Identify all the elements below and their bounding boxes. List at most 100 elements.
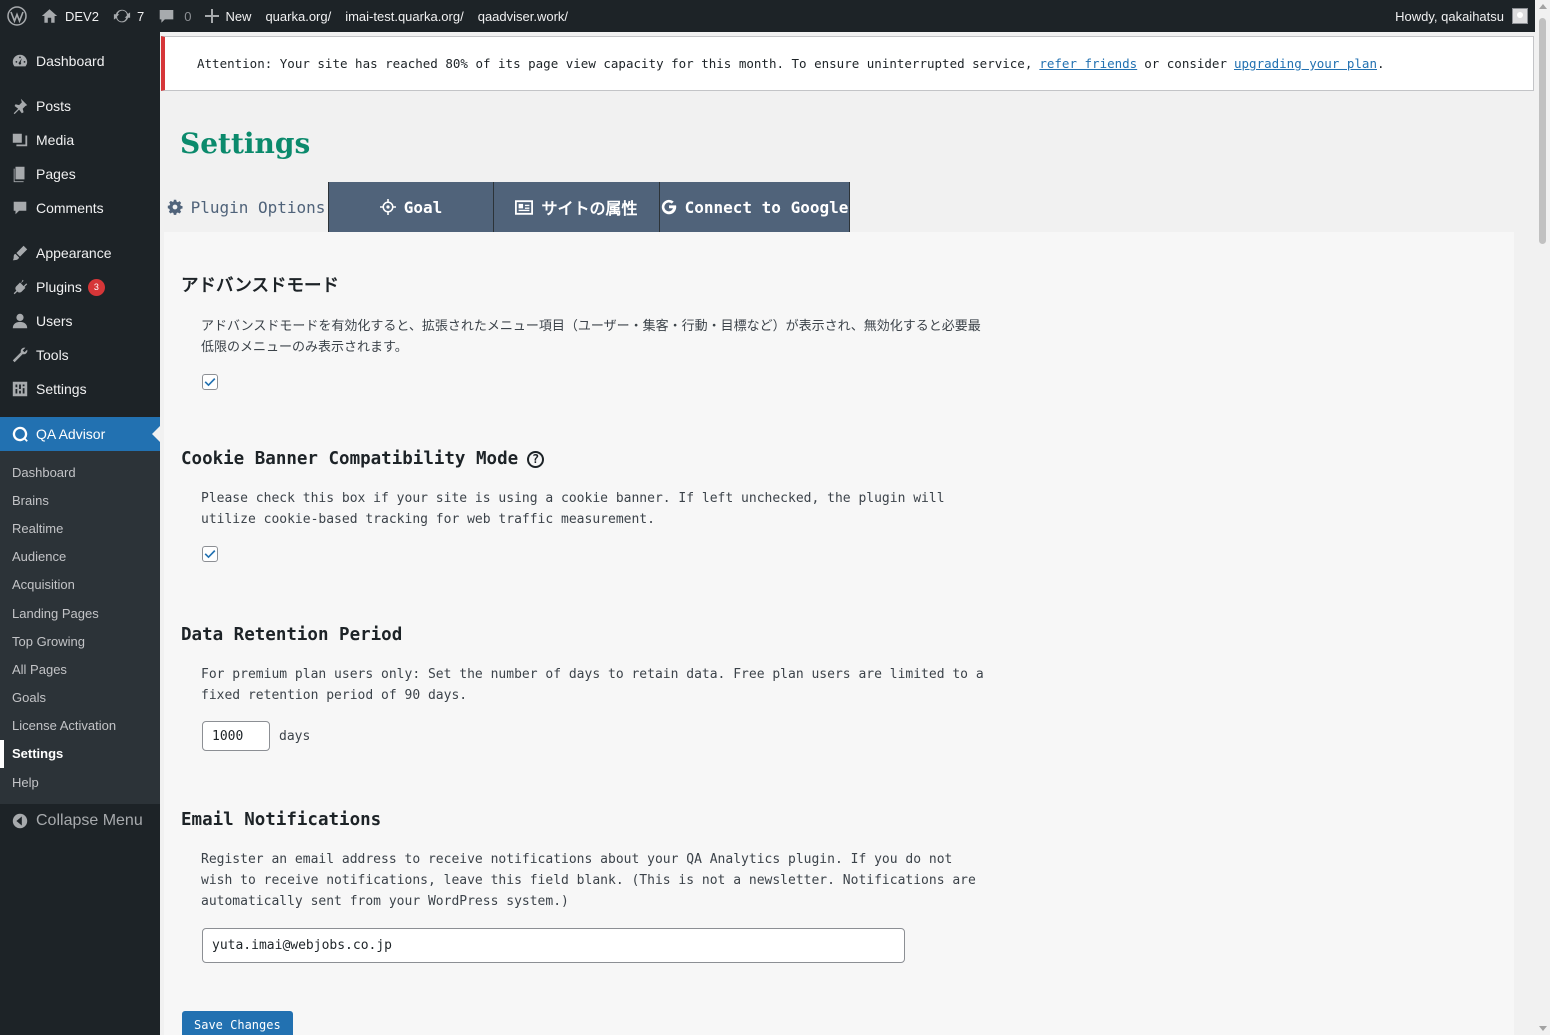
tools-icon: [12, 347, 28, 363]
admin-sidebar: Dashboard Posts Media Pages Comments App…: [0, 32, 160, 1035]
section-title: Email Notifications: [181, 810, 382, 830]
appearance-icon: [12, 245, 28, 261]
retention-unit: days: [279, 728, 311, 744]
retention-row: days: [202, 721, 986, 751]
menu-comments[interactable]: Comments: [0, 191, 160, 225]
main-content: Attention: Your site has reached 80% of …: [160, 32, 1535, 1035]
tab-label: Connect to Google: [684, 197, 849, 217]
menu-posts[interactable]: Posts: [0, 89, 160, 123]
menu-pages[interactable]: Pages: [0, 157, 160, 191]
new-content-link[interactable]: New: [198, 0, 258, 32]
section-title: Cookie Banner Compatibility Mode: [181, 449, 519, 469]
updates-count: 7: [136, 8, 145, 24]
submenu-top-growing[interactable]: Top Growing: [0, 627, 160, 655]
tab-site-attributes[interactable]: サイトの属性: [494, 182, 660, 232]
section-description: Register an email address to receive not…: [201, 852, 976, 909]
checkmark-icon: [204, 378, 216, 387]
menu-appearance[interactable]: Appearance: [0, 236, 160, 270]
admin-bar-link-3[interactable]: qaadviser.work/: [471, 0, 575, 32]
updates-link[interactable]: 7: [106, 0, 151, 32]
google-icon: [661, 199, 676, 215]
email-notifications-section: Email Notifications Register an email ad…: [181, 810, 986, 963]
admin-bar-link-1[interactable]: quarka.org/: [258, 0, 338, 32]
site-name: DEV2: [65, 8, 99, 24]
menu-label: Settings: [36, 381, 87, 397]
updates-icon: [113, 9, 131, 23]
tab-label: Goal: [403, 197, 443, 217]
home-icon: [41, 9, 58, 23]
cookie-banner-checkbox[interactable]: [202, 546, 218, 562]
section-description: For premium plan users only: Set the num…: [201, 667, 984, 703]
menu-tools[interactable]: Tools: [0, 338, 160, 372]
admin-bar-link-2[interactable]: imai-test.quarka.org/: [338, 0, 471, 32]
submenu-goals[interactable]: Goals: [0, 684, 160, 712]
checkmark-icon: [204, 550, 216, 559]
capacity-notice: Attention: Your site has reached 80% of …: [161, 36, 1534, 91]
menu-settings[interactable]: Settings: [0, 372, 160, 406]
scroll-thumb[interactable]: [1539, 18, 1546, 244]
data-retention-section: Data Retention Period For premium plan u…: [181, 625, 986, 751]
pin-icon: [13, 98, 28, 115]
notice-text-before: Attention: Your site has reached 80% of …: [197, 56, 1033, 71]
menu-dashboard[interactable]: Dashboard: [0, 44, 160, 78]
menu-label: Users: [36, 313, 73, 329]
submenu-all-pages[interactable]: All Pages: [0, 655, 160, 683]
submenu-dashboard[interactable]: Dashboard: [0, 458, 160, 486]
menu-plugins[interactable]: Plugins 3: [0, 270, 160, 304]
refer-friends-link[interactable]: refer friends: [1039, 56, 1137, 71]
plugins-update-badge: 3: [87, 278, 105, 296]
submenu-acquisition[interactable]: Acquisition: [0, 571, 160, 599]
tab-goal[interactable]: Goal: [329, 182, 494, 232]
scroll-up-arrow[interactable]: [1539, 4, 1547, 9]
tab-label: サイトの属性: [541, 199, 638, 218]
submenu-audience[interactable]: Audience: [0, 543, 160, 571]
page-scrollbar[interactable]: [1535, 0, 1550, 1035]
comment-icon: [159, 10, 174, 23]
upgrade-plan-link[interactable]: upgrading your plan: [1234, 56, 1377, 71]
collapse-icon: [12, 814, 28, 829]
qa-advisor-submenu: Dashboard Brains Realtime Audience Acqui…: [0, 451, 160, 805]
submenu-realtime[interactable]: Realtime: [0, 514, 160, 542]
retention-days-input[interactable]: [202, 721, 270, 751]
menu-label: Plugins: [36, 279, 82, 295]
scroll-down-arrow[interactable]: [1539, 1026, 1547, 1031]
tab-plugin-options[interactable]: Plugin Options: [164, 182, 329, 232]
menu-label: Appearance: [36, 245, 112, 261]
comments-count: 0: [184, 8, 192, 24]
help-icon[interactable]: ?: [527, 450, 545, 468]
plugins-icon: [13, 279, 28, 295]
menu-users[interactable]: Users: [0, 304, 160, 338]
section-title: アドバンスドモード: [181, 276, 340, 296]
my-account[interactable]: Howdy, qakaihatsu: [1395, 8, 1550, 24]
crosshair-icon: [379, 199, 396, 215]
qa-icon: [12, 426, 28, 442]
save-changes-button[interactable]: Save Changes: [182, 1011, 293, 1035]
submenu-landing-pages[interactable]: Landing Pages: [0, 599, 160, 627]
avatar: [1512, 8, 1528, 24]
tab-connect-google[interactable]: Connect to Google: [660, 182, 850, 232]
section-title-row: Cookie Banner Compatibility Mode ?: [181, 449, 986, 469]
comments-link[interactable]: 0: [151, 0, 198, 32]
menu-label: QA Advisor: [36, 426, 106, 442]
menu-qa-advisor[interactable]: QA Advisor: [0, 417, 160, 451]
submenu-brains[interactable]: Brains: [0, 486, 160, 514]
wordpress-logo[interactable]: [0, 0, 34, 32]
menu-label: Media: [36, 132, 75, 148]
collapse-menu-button[interactable]: Collapse Menu: [0, 804, 160, 838]
menu-label: Comments: [36, 200, 104, 216]
notice-text-mid: or consider: [1144, 56, 1227, 71]
advanced-mode-checkbox[interactable]: [202, 374, 218, 390]
page-title: Settings: [180, 127, 311, 160]
howdy-text: Howdy, qakaihatsu: [1395, 8, 1504, 24]
email-input[interactable]: [202, 928, 905, 963]
menu-media[interactable]: Media: [0, 123, 160, 157]
site-name-link[interactable]: DEV2: [34, 0, 106, 32]
submenu-settings[interactable]: Settings: [0, 739, 160, 769]
submenu-license-activation[interactable]: License Activation: [0, 712, 160, 740]
dashboard-icon: [12, 54, 28, 67]
submenu-help[interactable]: Help: [0, 768, 160, 796]
pages-icon: [13, 166, 25, 183]
tab-label: Plugin Options: [190, 197, 326, 217]
collapse-label: Collapse Menu: [36, 812, 143, 830]
settings-icon: [12, 381, 28, 397]
